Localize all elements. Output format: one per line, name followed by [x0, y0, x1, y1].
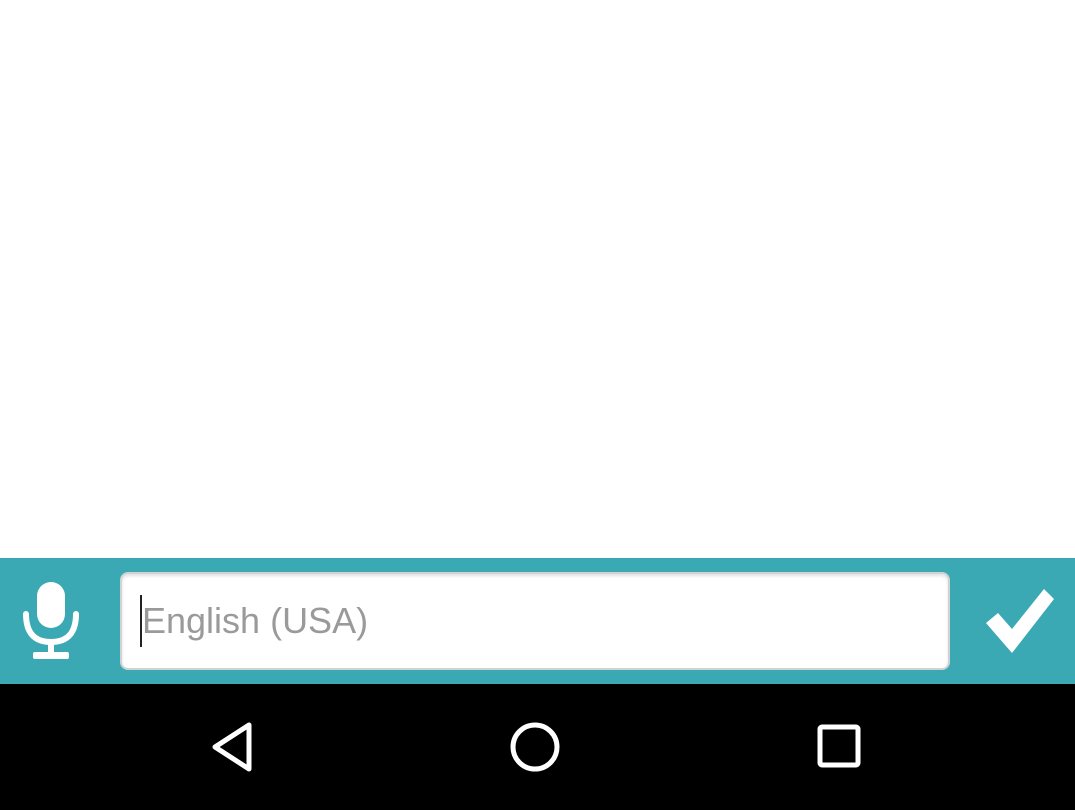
- home-circle-icon: [510, 722, 560, 772]
- nav-recents-button[interactable]: [804, 712, 874, 782]
- back-triangle-icon: [212, 722, 252, 772]
- recents-square-icon: [817, 724, 861, 768]
- language-text-field[interactable]: [120, 572, 950, 670]
- checkmark-icon: [986, 589, 1054, 653]
- microphone-icon: [23, 582, 79, 659]
- nav-home-button[interactable]: [500, 712, 570, 782]
- voice-input-bar: [0, 558, 1075, 684]
- system-navigation-bar: [0, 684, 1075, 810]
- confirm-button[interactable]: [978, 578, 1060, 664]
- nav-back-button[interactable]: [198, 712, 268, 782]
- speech-text-input[interactable]: [142, 600, 902, 642]
- microphone-button[interactable]: [12, 576, 90, 666]
- voice-input-screen: [0, 0, 1075, 810]
- content-area: [0, 0, 1075, 558]
